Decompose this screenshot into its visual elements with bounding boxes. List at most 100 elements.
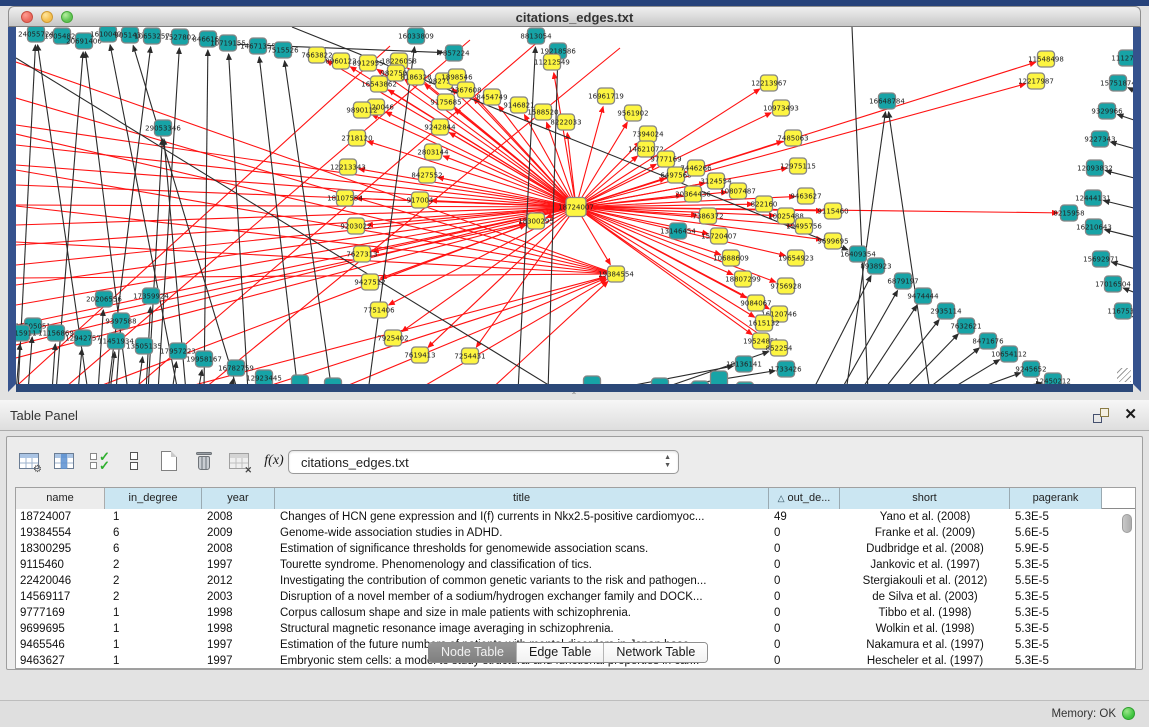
graph-node[interactable] [1061,205,1078,221]
table-cell[interactable]: 22420046 [16,573,105,589]
table-cell[interactable]: Nakamura et al. (1997) [840,637,1010,653]
graph-node[interactable] [333,53,350,69]
table-cell[interactable]: 1997 [202,653,275,669]
canvas-resize-grip[interactable] [1117,368,1131,382]
graph-node[interactable] [348,218,365,234]
graph-edge[interactable] [98,310,103,384]
graph-node[interactable] [558,114,575,130]
graph-node[interactable] [938,303,955,319]
graph-edge[interactable] [902,334,958,384]
graph-node[interactable] [652,378,669,384]
graph-node[interactable] [753,333,770,349]
table-row[interactable]: 1938455462009Genome-wide association stu… [16,525,1135,541]
table-cell[interactable]: 18724007 [16,509,105,525]
graph-node[interactable] [868,258,885,274]
graph-edge[interactable] [250,277,606,384]
graph-edge[interactable] [812,276,871,384]
table-cell[interactable]: 2 [105,573,202,589]
table-cell[interactable]: 5.3E-5 [1010,637,1102,653]
graph-node[interactable] [598,88,615,104]
graph-node[interactable] [250,38,267,54]
graph-edge[interactable] [52,344,55,384]
delete-table-icon[interactable]: ✕ [227,449,251,473]
graph-edge[interactable] [204,50,208,384]
graph-node[interactable] [371,302,388,318]
tab-edge-table[interactable]: Edge Table [517,643,604,662]
graph-node[interactable] [54,28,71,44]
graph-node[interactable] [668,167,685,183]
table-cell[interactable]: 0 [769,589,840,605]
graph-node[interactable] [528,28,545,44]
graph-node[interactable] [773,100,790,116]
float-panel-icon[interactable] [1093,408,1109,423]
graph-node[interactable] [685,186,702,202]
graph-node[interactable] [122,27,139,43]
table-cell[interactable]: 18300295 [16,541,105,557]
column-header-in_degree[interactable]: in_degree [105,488,202,509]
graph-node[interactable] [850,246,867,262]
tab-network-table[interactable]: Network Table [604,643,707,662]
table-cell[interactable]: 1 [105,509,202,525]
graph-node[interactable] [700,208,717,224]
graph-edge[interactable] [860,305,917,384]
graph-node[interactable] [309,47,326,63]
table-cell[interactable]: Stergiakouli et al. (2012) [840,573,1010,589]
graph-node[interactable] [736,356,753,372]
table-cell[interactable]: 1 [105,605,202,621]
table-cell[interactable]: 2003 [202,589,275,605]
table-cell[interactable]: Hescheler et al. (1997) [840,653,1010,669]
graph-node[interactable] [371,76,388,92]
graph-node[interactable] [895,273,912,289]
graph-edge[interactable] [28,337,32,384]
graph-node[interactable] [670,223,687,239]
table-cell[interactable]: 2008 [202,541,275,557]
graph-node[interactable] [1045,373,1062,384]
graph-edge[interactable] [78,349,82,384]
graph-node[interactable] [566,198,586,217]
graph-node[interactable] [196,351,213,367]
graph-node[interactable] [737,382,754,384]
graph-node[interactable] [798,188,815,204]
table-cell[interactable]: 49 [769,509,840,525]
graph-node[interactable] [1110,75,1127,91]
graph-edge[interactable] [924,348,979,384]
table-cell[interactable]: Franke et al. (2009) [840,525,1010,541]
table-cell[interactable]: Tibbo et al. (1998) [840,605,1010,621]
graph-node[interactable] [75,330,92,346]
network-canvas[interactable]: 2405572419054824206914061610040990514311… [16,27,1133,384]
graph-node[interactable] [462,348,479,364]
graph-node[interactable] [1001,346,1018,362]
table-row[interactable]: 911546021997Tourette syndrome. Phenomeno… [16,557,1135,573]
graph-node[interactable] [143,288,160,304]
citation-graph[interactable]: 2405572419054824206914061610040990514311… [16,27,1133,384]
graph-node[interactable] [825,233,842,249]
graph-edge[interactable] [130,40,540,384]
graph-node[interactable] [638,141,655,157]
graph-node[interactable] [785,130,802,146]
graph-node[interactable] [511,97,528,113]
table-cell[interactable]: 2 [105,557,202,573]
table-source-select[interactable]: citations_edges.txt ▲▼ [288,450,679,474]
graph-node[interactable] [172,29,189,45]
table-row[interactable]: 1872400712008Changes of HCN gene express… [16,509,1135,525]
graph-node[interactable] [756,315,773,331]
table-cell[interactable]: 2008 [202,509,275,525]
table-cell[interactable]: Jankovic et al. (1997) [840,557,1010,573]
table-cell[interactable]: 9465546 [16,637,105,653]
graph-node[interactable] [438,94,455,110]
column-header-short[interactable]: short [840,488,1010,509]
graph-node[interactable] [788,250,805,266]
network-window-titlebar[interactable]: citations_edges.txt [8,6,1141,27]
graph-edge[interactable] [1104,201,1133,211]
graph-edge[interactable] [889,112,930,384]
graph-node[interactable] [275,42,292,58]
graph-node[interactable] [16,325,30,341]
graph-node[interactable] [535,104,552,120]
table-cell[interactable]: 6 [105,525,202,541]
column-header-name[interactable]: name [16,488,105,509]
graph-node[interactable] [708,173,725,189]
graph-node[interactable] [723,250,740,266]
table-cell[interactable]: 1998 [202,621,275,637]
graph-node[interactable] [748,295,765,311]
graph-node[interactable] [446,45,463,61]
